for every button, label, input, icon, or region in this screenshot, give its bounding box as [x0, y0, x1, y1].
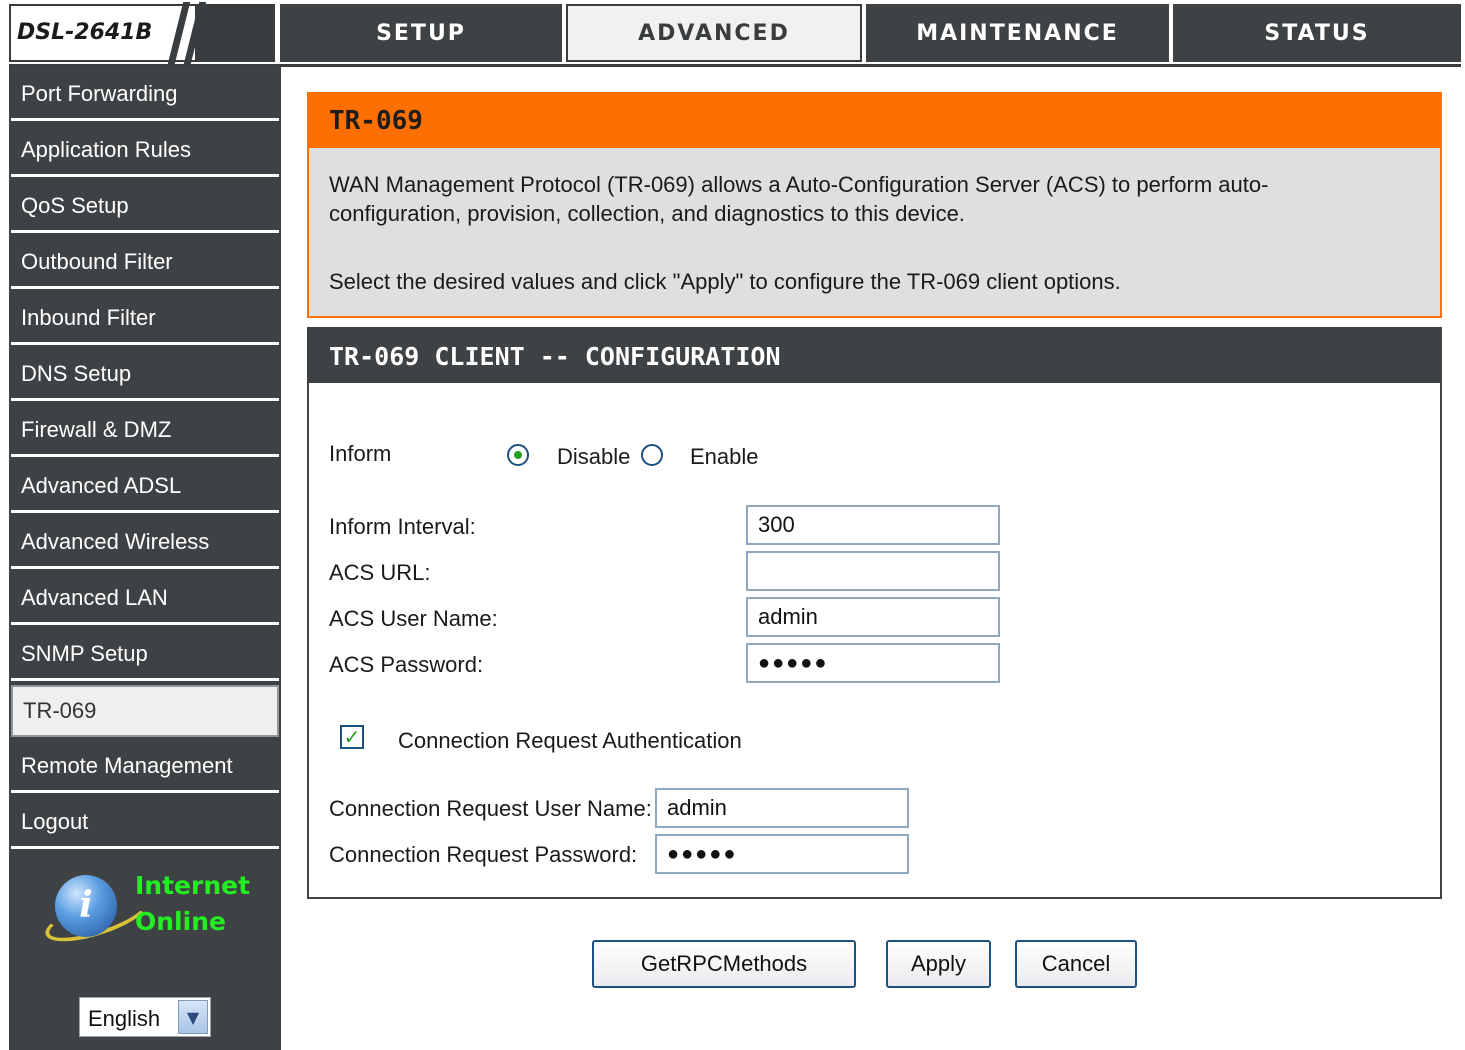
acs-url-input[interactable] — [746, 551, 1000, 591]
sidebar-item-tr069[interactable]: TR-069 — [11, 685, 279, 737]
sidebar: Port Forwarding Application Rules QoS Se… — [9, 67, 281, 1050]
inform-disable-label: Disable — [557, 444, 631, 469]
intro-title: TR-069 — [309, 94, 1440, 148]
conn-user-input[interactable] — [655, 788, 909, 828]
sidebar-item-outbound-filter[interactable]: Outbound Filter — [11, 237, 279, 289]
conn-auth-checkbox[interactable]: ✓ — [340, 725, 364, 749]
radio-selected-dot-icon — [514, 451, 522, 459]
brand-model: DSL-2641B — [17, 20, 153, 45]
status-line-online: Online — [135, 907, 226, 936]
tab-maintenance[interactable]: MAINTENANCE — [866, 4, 1169, 62]
acs-url-label: ACS URL: — [329, 560, 431, 585]
acs-password-label: ACS Password: — [329, 652, 484, 677]
sidebar-item-dns-setup[interactable]: DNS Setup — [11, 349, 279, 401]
sidebar-item-firewall-dmz[interactable]: Firewall & DMZ — [11, 405, 279, 457]
language-selected-value: English — [88, 1006, 161, 1031]
sidebar-item-inbound-filter[interactable]: Inbound Filter — [11, 293, 279, 345]
sidebar-item-advanced-adsl[interactable]: Advanced ADSL — [11, 461, 279, 513]
inform-label: Inform — [329, 441, 392, 466]
tab-status[interactable]: STATUS — [1173, 4, 1461, 62]
inform-enable-radio[interactable] — [641, 444, 663, 466]
intro-paragraph-line2: configuration, provision, collection, an… — [329, 201, 965, 226]
inform-interval-label: Inform Interval: — [329, 514, 476, 539]
intro-paragraph-line1: WAN Management Protocol (TR-069) allows … — [329, 172, 1269, 197]
cancel-button[interactable]: Cancel — [1015, 940, 1137, 988]
apply-button[interactable]: Apply — [886, 940, 991, 988]
sidebar-item-advanced-lan[interactable]: Advanced LAN — [11, 573, 279, 625]
tab-setup[interactable]: SETUP — [280, 4, 562, 62]
sidebar-item-qos-setup[interactable]: QoS Setup — [11, 181, 279, 233]
acs-password-input[interactable] — [746, 643, 1000, 683]
config-panel: TR-069 CLIENT -- CONFIGURATION Inform Di… — [307, 327, 1442, 899]
inform-interval-input[interactable] — [746, 505, 1000, 545]
acs-user-input[interactable] — [746, 597, 1000, 637]
logo-dark-band — [195, 6, 273, 60]
info-icon: i — [79, 884, 93, 926]
conn-user-label: Connection Request User Name: — [329, 796, 652, 821]
chevron-down-icon[interactable]: ▼ — [178, 1000, 208, 1034]
sidebar-item-advanced-wireless[interactable]: Advanced Wireless — [11, 517, 279, 569]
status-line-internet: Internet — [135, 871, 251, 900]
internet-globe-icon: i — [55, 875, 117, 937]
conn-password-input[interactable] — [655, 834, 909, 874]
inform-disable-radio[interactable] — [507, 444, 529, 466]
conn-auth-label: Connection Request Authentication — [398, 728, 742, 753]
inform-enable-label: Enable — [690, 444, 759, 469]
language-select[interactable]: English ▼ — [79, 997, 211, 1037]
intro-instruction: Select the desired values and click "App… — [329, 269, 1121, 294]
brand-logo: DSL-2641B — [9, 2, 275, 68]
acs-user-label: ACS User Name: — [329, 606, 498, 631]
sidebar-item-snmp-setup[interactable]: SNMP Setup — [11, 629, 279, 681]
top-navigation: SETUP ADVANCED MAINTENANCE STATUS — [280, 4, 1461, 62]
sidebar-item-port-forwarding[interactable]: Port Forwarding — [11, 69, 279, 121]
sidebar-item-remote-management[interactable]: Remote Management — [11, 741, 279, 793]
internet-status: i Internet Online — [9, 857, 281, 967]
sidebar-item-logout[interactable]: Logout — [11, 797, 279, 849]
getrpcmethods-button[interactable]: GetRPCMethods — [592, 940, 856, 988]
config-title: TR-069 CLIENT -- CONFIGURATION — [309, 329, 1440, 383]
intro-panel: TR-069 WAN Management Protocol (TR-069) … — [307, 92, 1442, 318]
tab-advanced[interactable]: ADVANCED — [566, 4, 862, 62]
conn-password-label: Connection Request Password: — [329, 842, 638, 867]
sidebar-item-application-rules[interactable]: Application Rules — [11, 125, 279, 177]
